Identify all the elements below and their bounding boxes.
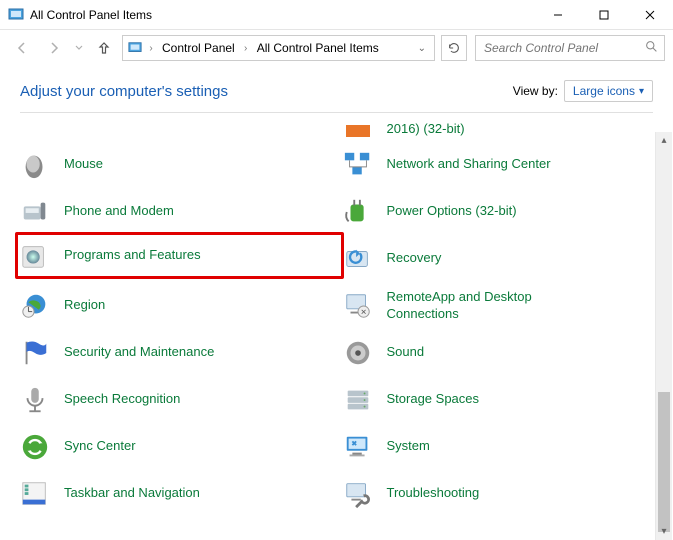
cp-item-label: Speech Recognition (64, 391, 180, 407)
cp-item-label: Phone and Modem (64, 203, 174, 219)
content-area: Adjust your computer's settings View by:… (0, 66, 673, 540)
network-icon (341, 148, 375, 182)
window-title: All Control Panel Items (30, 8, 535, 22)
scroll-up-button[interactable]: ▴ (656, 132, 672, 149)
programs-icon (18, 239, 52, 273)
cp-item-troubleshooting[interactable]: Troubleshooting (341, 470, 664, 517)
troubleshooting-icon (341, 477, 375, 511)
search-icon[interactable] (645, 40, 658, 56)
microphone-icon (18, 383, 52, 417)
control-panel-icon (127, 40, 143, 56)
close-button[interactable] (627, 0, 673, 30)
storage-icon (341, 383, 375, 417)
cp-item-phone[interactable]: Phone and Modem (18, 188, 341, 235)
sound-icon (341, 336, 375, 370)
titlebar: All Control Panel Items (0, 0, 673, 30)
back-button[interactable] (8, 34, 36, 62)
page-title: Adjust your computer's settings (20, 83, 513, 100)
chevron-right-icon[interactable]: › (145, 43, 157, 54)
cp-item-label: Sync Center (64, 438, 136, 454)
scroll-down-button[interactable]: ▾ (656, 523, 672, 540)
scrollbar[interactable]: ▴ ▾ (655, 132, 672, 540)
recovery-icon (341, 242, 375, 276)
power-icon (341, 195, 375, 229)
cp-item-label: Security and Maintenance (64, 344, 214, 360)
remoteapp-icon: ✕ (341, 289, 375, 323)
region-icon (18, 289, 52, 323)
cp-item-power[interactable]: Power Options (32-bit) (341, 188, 664, 235)
chevron-right-icon[interactable]: › (240, 43, 252, 54)
cp-item-label: Mouse (64, 156, 103, 172)
forward-button[interactable] (40, 34, 68, 62)
cp-item-speech[interactable]: Speech Recognition (18, 376, 341, 423)
items-area: 2016) (32-bit) Mouse Network and Sharing… (0, 113, 673, 529)
cp-item-region[interactable]: Region (18, 282, 341, 329)
taskbar-icon (18, 477, 52, 511)
content-header: Adjust your computer's settings View by:… (0, 80, 673, 112)
cp-item-label: RemoteApp and Desktop Connections (387, 289, 567, 322)
chevron-down-icon: ▾ (639, 86, 644, 97)
viewby-value: Large icons (573, 84, 635, 98)
breadcrumb-segment[interactable]: Control Panel (159, 41, 238, 55)
maximize-button[interactable] (581, 0, 627, 30)
cp-item-taskbar[interactable]: Taskbar and Navigation (18, 470, 341, 517)
chevron-down-icon[interactable]: ⌄ (418, 43, 426, 54)
cp-item-partial[interactable]: 2016) (32-bit) (341, 119, 664, 141)
cp-item-label: Region (64, 297, 105, 313)
search-box[interactable] (475, 35, 665, 61)
cp-item-programs[interactable]: Programs and Features (15, 232, 344, 279)
address-bar[interactable]: › Control Panel › All Control Panel Item… (122, 35, 435, 61)
cp-item-label: Power Options (32-bit) (387, 203, 517, 219)
viewby-label: View by: (513, 84, 558, 98)
office-icon (341, 121, 375, 137)
cp-item-remoteapp[interactable]: ✕ RemoteApp and Desktop Connections (341, 282, 664, 329)
cp-item-recovery[interactable]: Recovery (341, 235, 664, 282)
window-buttons (535, 0, 673, 30)
cp-item-network[interactable]: Network and Sharing Center (341, 141, 664, 188)
cp-item-label: Programs and Features (64, 247, 201, 263)
mouse-icon (18, 148, 52, 182)
search-input[interactable] (482, 40, 645, 56)
scroll-thumb[interactable] (658, 392, 670, 532)
viewby-select[interactable]: Large icons ▾ (564, 80, 653, 102)
up-button[interactable] (90, 34, 118, 62)
cp-item-label: 2016) (32-bit) (387, 121, 465, 137)
refresh-button[interactable] (441, 35, 467, 61)
svg-text:✕: ✕ (360, 307, 366, 316)
minimize-button[interactable] (535, 0, 581, 30)
cp-item-label: Network and Sharing Center (387, 156, 551, 172)
history-chevron-icon[interactable] (72, 34, 86, 62)
control-panel-icon (8, 7, 24, 23)
cp-item-label: Recovery (387, 250, 442, 266)
cp-item-label: System (387, 438, 430, 454)
phone-icon (18, 195, 52, 229)
navbar: › Control Panel › All Control Panel Item… (0, 30, 673, 66)
cp-item-security[interactable]: Security and Maintenance (18, 329, 341, 376)
cp-item-mouse[interactable]: Mouse (18, 141, 341, 188)
flag-icon (18, 336, 52, 370)
items-grid: 2016) (32-bit) Mouse Network and Sharing… (0, 119, 673, 517)
cp-item-sync[interactable]: Sync Center (18, 423, 341, 470)
cp-item-label: Storage Spaces (387, 391, 480, 407)
cp-item-storage[interactable]: Storage Spaces (341, 376, 664, 423)
cp-item-label: Sound (387, 344, 425, 360)
cp-item-label: Taskbar and Navigation (64, 485, 200, 501)
system-icon (341, 430, 375, 464)
sync-icon (18, 430, 52, 464)
cp-item-system[interactable]: System (341, 423, 664, 470)
breadcrumb-segment[interactable]: All Control Panel Items (254, 41, 382, 55)
cp-item-label: Troubleshooting (387, 485, 480, 501)
cp-item-sound[interactable]: Sound (341, 329, 664, 376)
